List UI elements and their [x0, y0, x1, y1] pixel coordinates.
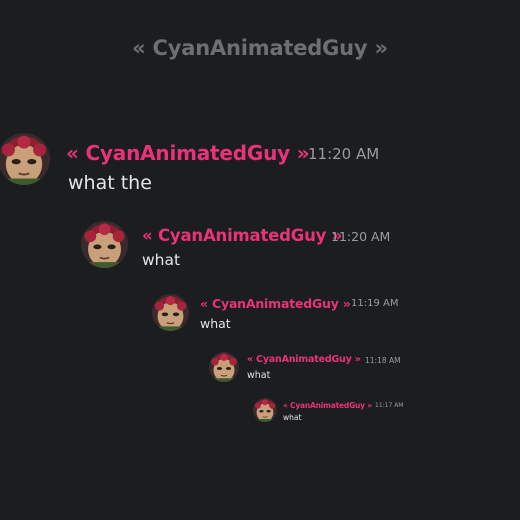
- message-text: what: [283, 413, 302, 422]
- avatar-icon[interactable]: [152, 294, 189, 331]
- message-username[interactable]: « CyanAnimatedGuy »: [283, 401, 372, 410]
- message-text: what: [247, 370, 271, 381]
- message-timestamp: 11:19 AM: [351, 297, 399, 309]
- message-timestamp: 11:20 AM: [308, 144, 380, 163]
- message-timestamp: 11:17 AM: [375, 402, 404, 410]
- channel-title: « CyanAnimatedGuy »: [132, 36, 388, 60]
- message-username[interactable]: « CyanAnimatedGuy »: [142, 226, 342, 245]
- avatar-icon[interactable]: [81, 221, 128, 268]
- message-text: what the: [68, 172, 152, 194]
- avatar-icon[interactable]: [0, 133, 50, 185]
- message-timestamp: 11:18 AM: [365, 355, 401, 365]
- message-username[interactable]: « CyanAnimatedGuy »: [66, 141, 310, 165]
- chat-canvas: « CyanAnimatedGuy » « CyanAnimatedGuy » 1…: [0, 0, 520, 520]
- message-timestamp: 11:20 AM: [331, 229, 391, 244]
- message-text: what: [142, 251, 181, 269]
- avatar-icon[interactable]: [253, 398, 277, 422]
- avatar-icon[interactable]: [209, 352, 239, 382]
- message-username[interactable]: « CyanAnimatedGuy »: [200, 296, 351, 311]
- message-username[interactable]: « CyanAnimatedGuy »: [247, 354, 361, 365]
- message-text: what: [200, 316, 231, 331]
